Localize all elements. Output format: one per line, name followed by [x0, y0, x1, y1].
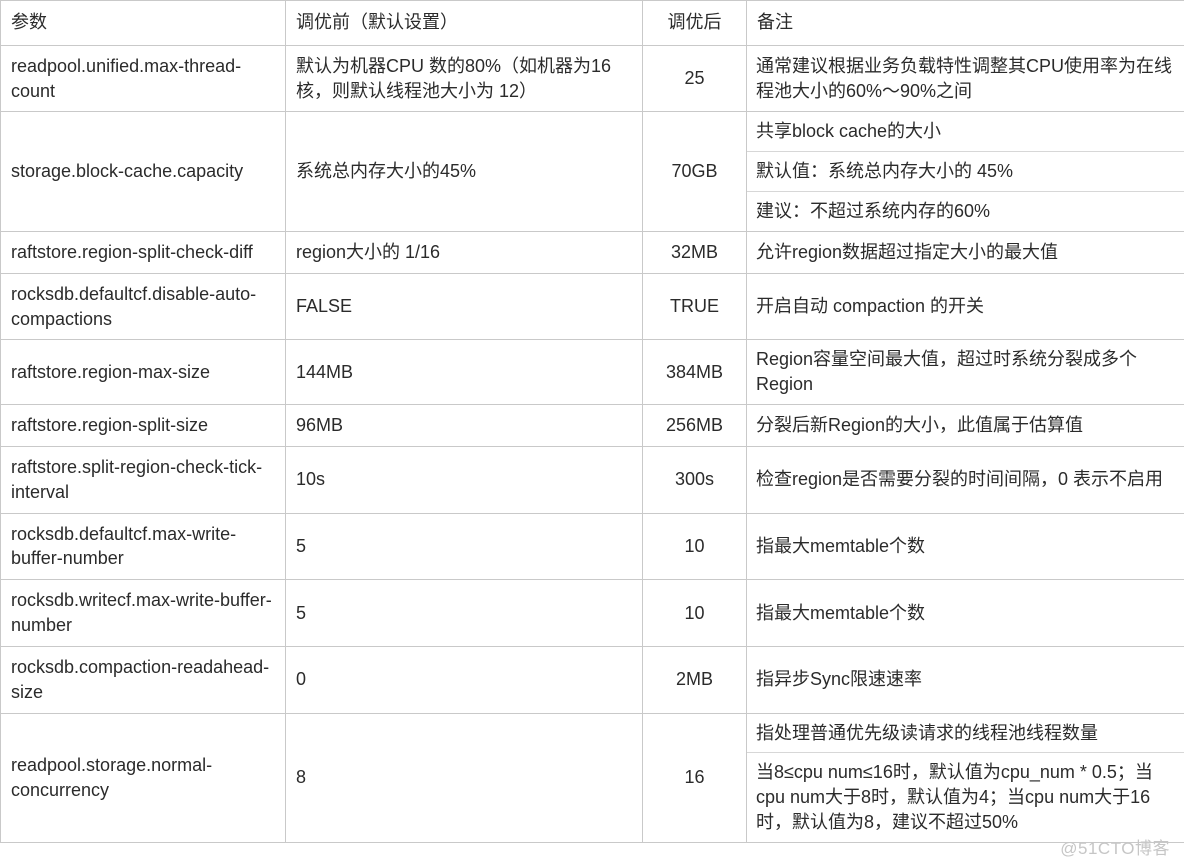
cell-after-value: TRUE	[642, 272, 747, 341]
cell-param: rocksdb.defaultcf.disable-auto-compactio…	[0, 272, 286, 341]
cell-before-value: 系统总内存大小的45%	[285, 111, 643, 232]
column-header-after: 调优后	[642, 0, 747, 46]
cell-note: 指处理普通优先级读请求的线程池线程数量当8≤cpu num≤16时，默认值为cp…	[746, 712, 1184, 843]
note-line: 开启自动 compaction 的开关	[756, 296, 985, 317]
cell-after-value: 32MB	[642, 230, 747, 274]
note-line: 当8≤cpu num≤16时，默认值为cpu_num * 0.5；当cpu nu…	[756, 762, 1153, 833]
cell-note: 指最大memtable个数	[746, 512, 1184, 581]
table-row: raftstore.region-split-check-diff region大…	[0, 230, 1184, 274]
note-line: 通常建议根据业务负载特性调整其CPU使用率为在线程池大小的60%～90%之间	[756, 55, 1173, 101]
cell-before-value: 10s	[285, 445, 643, 514]
table-header-row: 参数 调优前（默认设置） 调优后 备注	[0, 0, 1184, 46]
cell-param: readpool.storage.normal-concurrency	[0, 712, 286, 843]
note-line-group: 开启自动 compaction 的开关	[747, 287, 1184, 326]
cell-note: 分裂后新Region的大小，此值属于估算值	[746, 404, 1184, 447]
table-row: rocksdb.defaultcf.max-write-buffer-numbe…	[0, 512, 1184, 581]
note-line: Region容量空间最大值，超过时系统分裂成多个Region	[756, 349, 1138, 395]
table-row: raftstore.region-split-size 96MB 256MB 分裂后新…	[0, 404, 1184, 447]
note-line: 建议：不超过系统内存的60%	[756, 201, 991, 222]
note-line-group: 指最大memtable个数	[747, 594, 1184, 633]
table-row: rocksdb.writecf.max-write-buffer-number 5…	[0, 579, 1184, 647]
note-line: 分裂后新Region的大小，此值属于估算值	[756, 415, 1084, 436]
cell-note: 允许region数据超过指定大小的最大值	[746, 230, 1184, 274]
cell-param: raftstore.region-split-check-diff	[0, 230, 286, 274]
note-line-group: 通常建议根据业务负载特性调整其CPU使用率为在线程池大小的60%～90%之间	[747, 47, 1184, 111]
cell-param: storage.block-cache.capacity	[0, 111, 286, 232]
cell-after-value: 384MB	[642, 339, 747, 406]
cell-after-value: 10	[642, 512, 747, 581]
note-line: 指处理普通优先级读请求的线程池线程数量	[747, 714, 1184, 754]
note-line: 指最大memtable个数	[756, 536, 926, 556]
note-line: 共享block cache的大小	[747, 112, 1184, 153]
note-line-group: 指处理普通优先级读请求的线程池线程数量当8≤cpu num≤16时，默认值为cp…	[747, 714, 1184, 842]
note-line-group: 允许region数据超过指定大小的最大值	[747, 233, 1184, 272]
table-body: readpool.unified.max-thread-count 默认为机器CP…	[0, 44, 1184, 843]
cell-after-value: 16	[642, 712, 747, 843]
cell-after-value: 300s	[642, 445, 747, 514]
column-header-note: 备注	[746, 0, 1184, 46]
cell-note: 指最大memtable个数	[746, 579, 1184, 647]
cell-param: rocksdb.compaction-readahead-size	[0, 645, 286, 714]
note-line-group: 共享block cache的大小 默认值：系统总内存大小的 45% 建议：不超过系统…	[747, 112, 1184, 230]
note-line: 默认值：系统总内存大小的 45%	[747, 152, 1184, 193]
column-header-before: 调优前（默认设置）	[285, 0, 643, 46]
table-row: storage.block-cache.capacity 系统总内存大小的45% 7…	[0, 111, 1184, 232]
cell-param: readpool.unified.max-thread-count	[0, 44, 286, 113]
cell-before-value: 8	[285, 712, 643, 843]
cell-note: 开启自动 compaction 的开关	[746, 272, 1184, 341]
cell-param: raftstore.region-max-size	[0, 339, 286, 406]
table-row: raftstore.split-region-check-tick-interv…	[0, 445, 1184, 514]
cell-note: 检查region是否需要分裂的时间间隔，0 表示不启用	[746, 445, 1184, 514]
table-row: raftstore.region-max-size 144MB 384MB Regio…	[0, 339, 1184, 406]
note-line-group: 检查region是否需要分裂的时间间隔，0 表示不启用	[747, 460, 1184, 499]
cell-param: raftstore.split-region-check-tick-interv…	[0, 445, 286, 514]
table-row: readpool.unified.max-thread-count 默认为机器CP…	[0, 44, 1184, 113]
cell-before-value: region大小的 1/16	[285, 230, 643, 274]
note-line: 指异步Sync限速速率	[756, 669, 923, 690]
cell-before-value: 默认为机器CPU 数的80%（如机器为16核，则默认线程池大小为 12）	[285, 44, 643, 113]
note-line-group: 指异步Sync限速速率	[747, 660, 1184, 699]
cell-after-value: 2MB	[642, 645, 747, 714]
note-line-group: 指最大memtable个数	[747, 527, 1184, 566]
table-row: rocksdb.compaction-readahead-size 0 2MB 指异步…	[0, 645, 1184, 714]
cell-param: rocksdb.defaultcf.max-write-buffer-numbe…	[0, 512, 286, 581]
cell-after-value: 25	[642, 44, 747, 113]
note-line-group: 分裂后新Region的大小，此值属于估算值	[747, 406, 1184, 445]
table-header: 参数 调优前（默认设置） 调优后 备注	[0, 0, 1184, 46]
cell-param: raftstore.region-split-size	[0, 404, 286, 447]
cell-param: rocksdb.writecf.max-write-buffer-number	[0, 579, 286, 647]
table-row: rocksdb.defaultcf.disable-auto-compactio…	[0, 272, 1184, 341]
cell-before-value: FALSE	[285, 272, 643, 341]
table-row: readpool.storage.normal-concurrency 8 16 指处…	[0, 712, 1184, 843]
cell-before-value: 96MB	[285, 404, 643, 447]
cell-before-value: 5	[285, 579, 643, 647]
cell-before-value: 5	[285, 512, 643, 581]
note-line: 指最大memtable个数	[756, 602, 926, 623]
note-line: 允许region数据超过指定大小的最大值	[756, 241, 1059, 262]
cell-note: 共享block cache的大小 默认值：系统总内存大小的 45% 建议：不超过系统…	[746, 111, 1184, 232]
column-header-param: 参数	[0, 0, 286, 46]
note-line: 检查region是否需要分裂的时间间隔，0 表示不启用	[756, 469, 1164, 490]
tuning-parameters-table: 参数 调优前（默认设置） 调优后 备注 readpool.unified.max…	[0, 0, 1184, 843]
cell-note: 通常建议根据业务负载特性调整其CPU使用率为在线程池大小的60%～90%之间	[746, 44, 1184, 113]
cell-note: 指异步Sync限速速率	[746, 645, 1184, 714]
cell-after-value: 70GB	[642, 111, 747, 232]
cell-after-value: 256MB	[642, 404, 747, 447]
note-line-group: Region容量空间最大值，超过时系统分裂成多个Region	[747, 340, 1184, 404]
cell-before-value: 144MB	[285, 339, 643, 406]
cell-after-value: 10	[642, 579, 747, 647]
cell-note: Region容量空间最大值，超过时系统分裂成多个Region	[746, 339, 1184, 406]
cell-before-value: 0	[285, 645, 643, 714]
